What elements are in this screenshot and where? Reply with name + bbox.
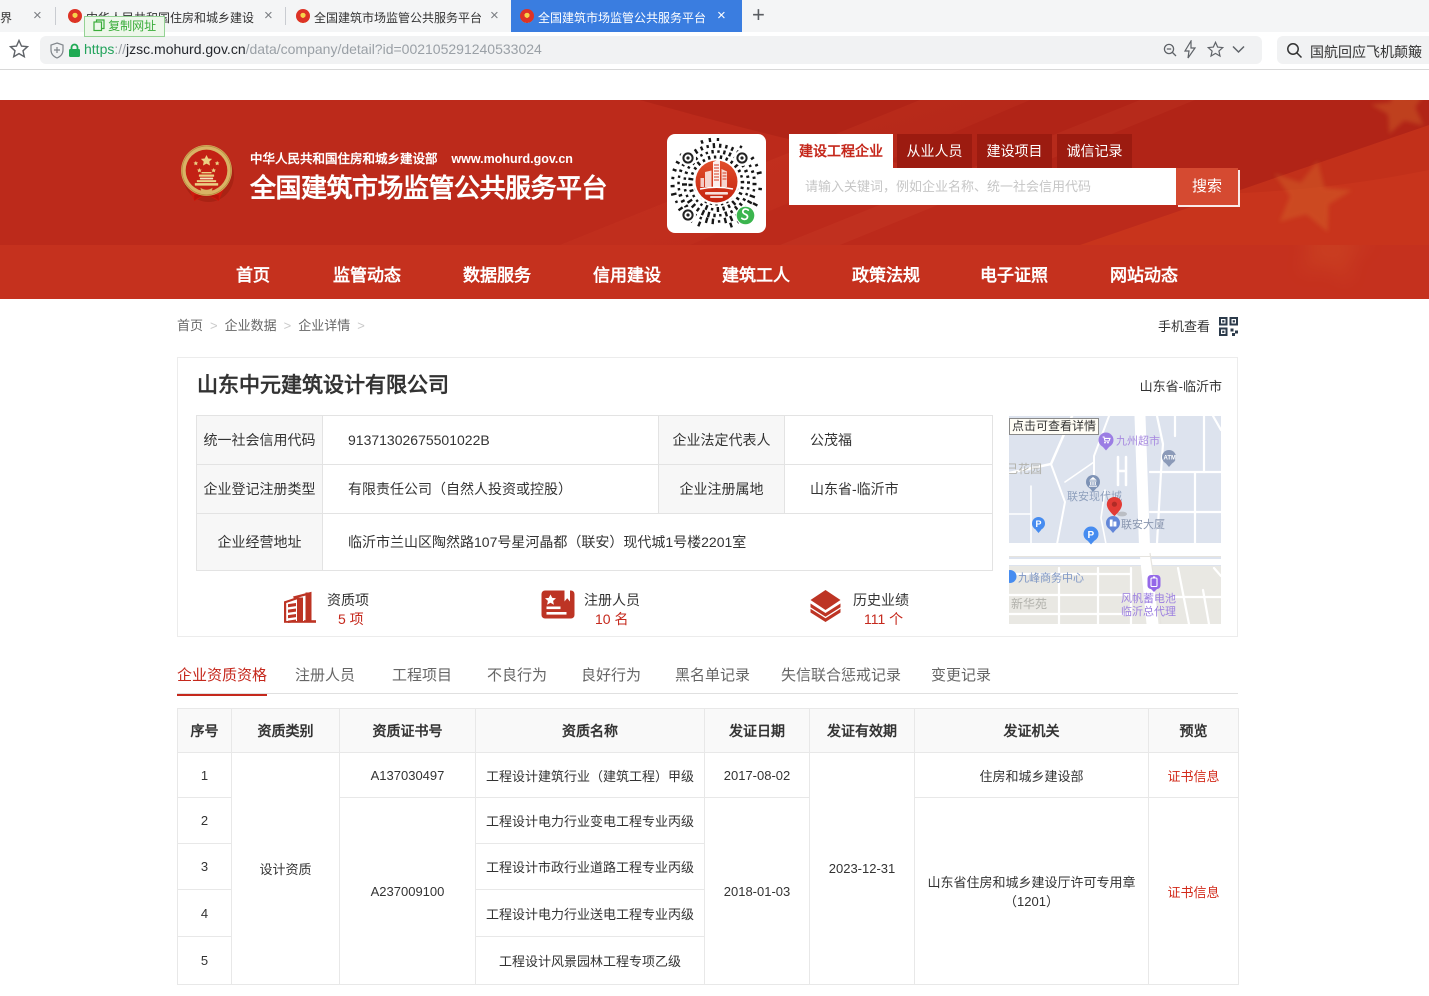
svg-text:临沂总代理: 临沂总代理 (1121, 604, 1176, 618)
svg-text:P: P (1088, 530, 1095, 541)
svg-text:九州超市: 九州超市 (1116, 434, 1160, 448)
svg-text:风帆蓄电池: 风帆蓄电池 (1121, 591, 1176, 605)
svg-text:新华苑: 新华苑 (1011, 596, 1047, 611)
svg-text:联安大厦: 联安大厦 (1121, 517, 1165, 531)
svg-text:P: P (1036, 519, 1042, 529)
svg-text:九峰商务中心: 九峰商务中心 (1018, 571, 1084, 585)
svg-text:己花园: 己花园 (1009, 461, 1042, 476)
svg-text:ATM: ATM (1164, 456, 1177, 462)
